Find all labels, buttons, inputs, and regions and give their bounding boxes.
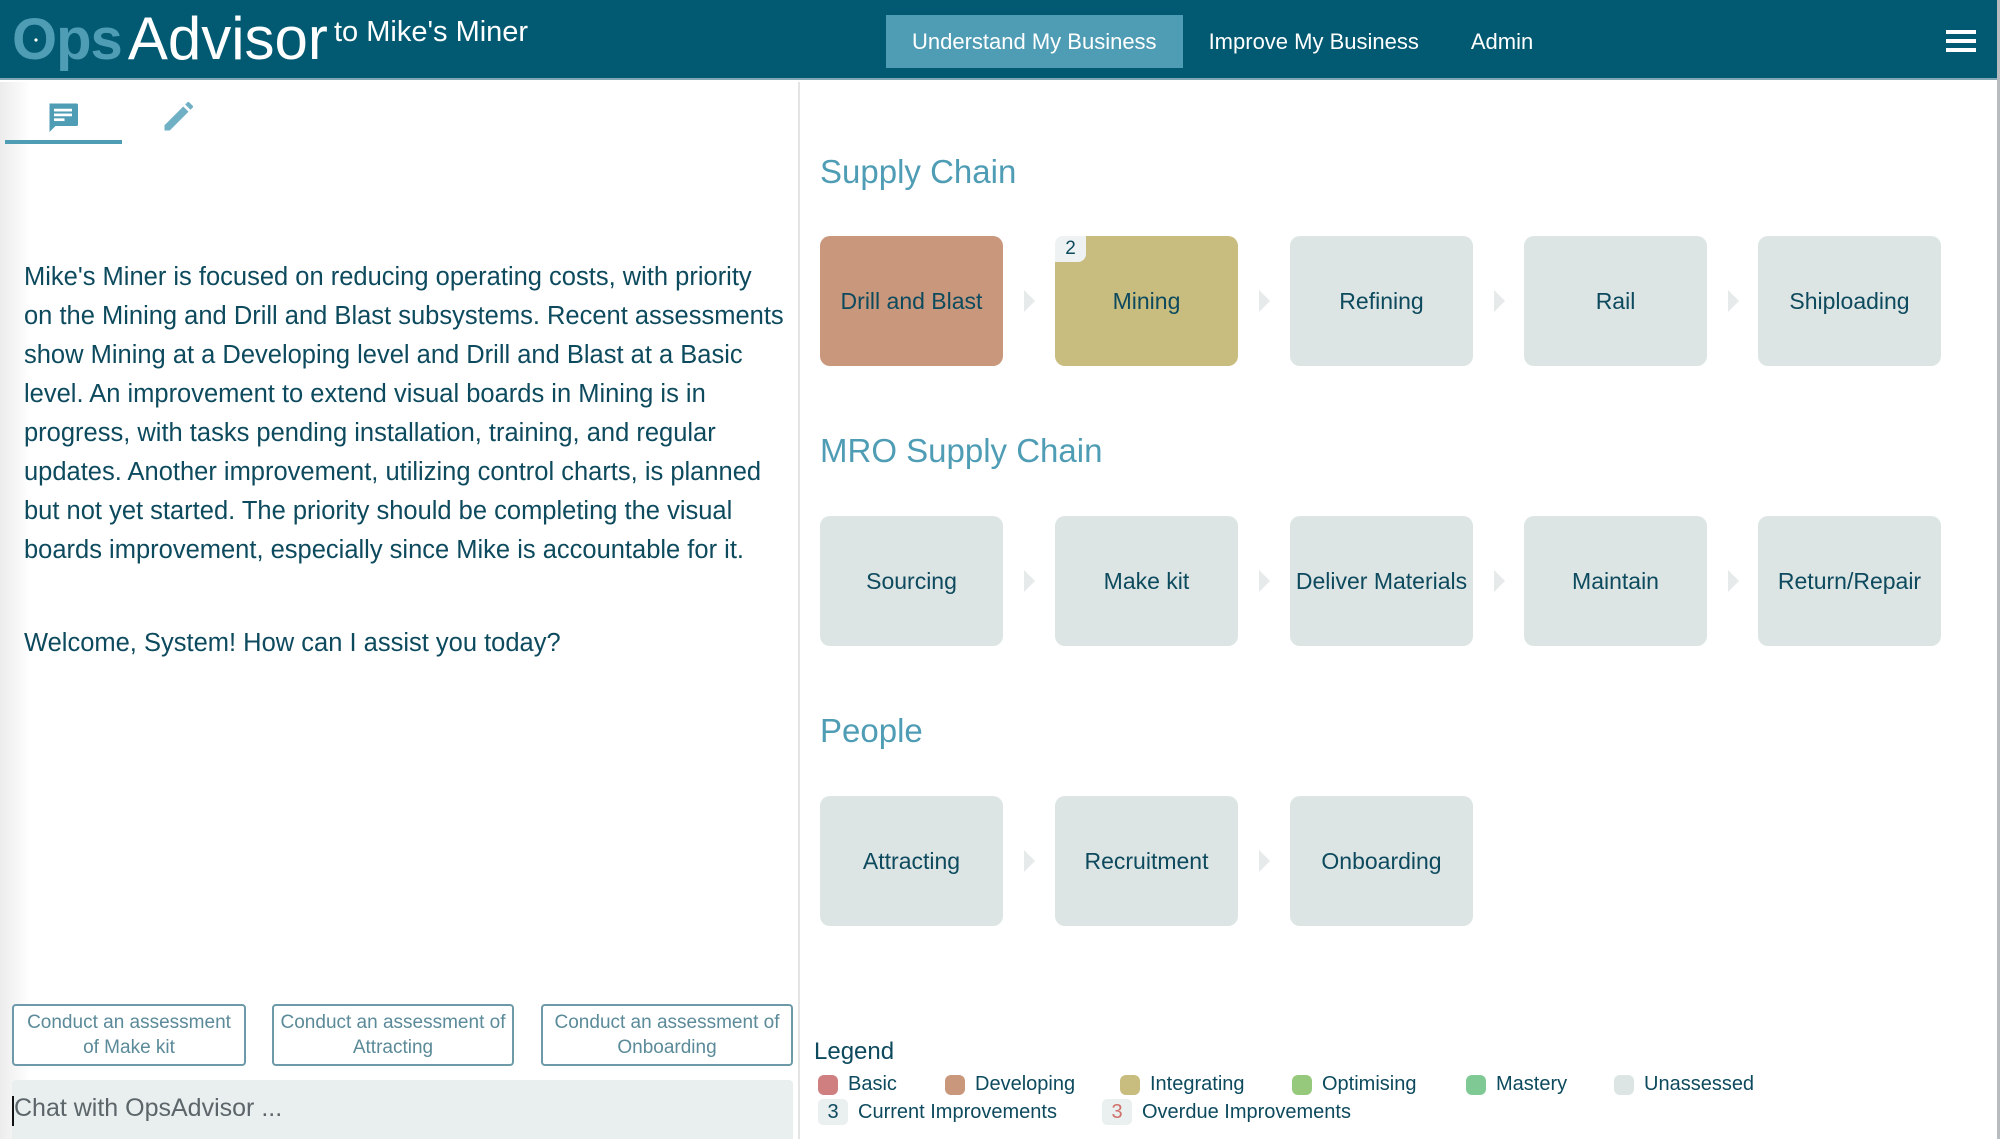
- legend-item-integrating: Integrating: [1120, 1073, 1245, 1096]
- capability-card-mining[interactable]: Mining 2: [1055, 236, 1238, 366]
- suggestion-button-make-kit[interactable]: Conduct an assessment of Make kit: [12, 1004, 246, 1066]
- main-nav: Understand My Business Improve My Busine…: [886, 15, 1559, 68]
- flow-arrow-icon: [1259, 570, 1270, 592]
- improvement-count-badge: 2: [1055, 236, 1086, 262]
- hamburger-icon[interactable]: [1946, 30, 1978, 54]
- capability-card-shiploading[interactable]: Shiploading: [1758, 236, 1941, 366]
- nav-understand-my-business[interactable]: Understand My Business: [886, 15, 1183, 68]
- legend-item-optimising: Optimising: [1292, 1073, 1416, 1096]
- capability-card-label: Recruitment: [1084, 847, 1209, 874]
- legend-label: Integrating: [1150, 1073, 1245, 1095]
- legend-swatch: [1292, 1074, 1312, 1095]
- capability-card-onboarding[interactable]: Onboarding: [1290, 796, 1473, 926]
- capability-card-label: Rail: [1595, 287, 1636, 314]
- legend-swatch: [818, 1074, 838, 1095]
- active-tab-underline: [5, 140, 122, 144]
- business-summary: Mike's Miner is focused on reducing oper…: [24, 263, 784, 564]
- organization-title: to Mike's Miner: [334, 16, 529, 48]
- legend-item-basic: Basic: [818, 1073, 897, 1096]
- flow-arrow-icon: [1259, 290, 1270, 312]
- legend-label: Unassessed: [1644, 1073, 1755, 1095]
- flow-arrow-icon: [1494, 570, 1505, 592]
- capability-card-sourcing[interactable]: Sourcing: [820, 516, 1003, 646]
- capability-card-attracting[interactable]: Attracting: [820, 796, 1003, 926]
- flow-arrow-icon: [1024, 570, 1035, 592]
- legend-title: Legend: [814, 1038, 895, 1065]
- chat-panel: Mike's Miner is focused on reducing oper…: [0, 82, 800, 1139]
- capability-card-label: Shiploading: [1789, 287, 1910, 314]
- capability-card-label: Maintain: [1572, 567, 1659, 594]
- capability-card-recruitment[interactable]: Recruitment: [1055, 796, 1238, 926]
- legend-item-developing: Developing: [945, 1073, 1075, 1096]
- capability-card-label: Onboarding: [1321, 847, 1442, 874]
- capability-card-label: Return/Repair: [1777, 567, 1922, 594]
- capability-card-make-kit[interactable]: Make kit: [1055, 516, 1238, 646]
- flow-arrow-icon: [1024, 850, 1035, 872]
- chat-input-placeholder: Chat with OpsAdvisor ...: [14, 1094, 283, 1122]
- flow-arrow-icon: [1259, 850, 1270, 872]
- legend-label: Developing: [975, 1073, 1076, 1095]
- current-improvements-count: 3: [818, 1099, 848, 1125]
- section-title-people: People: [820, 712, 923, 749]
- legend-current-improvements: 3 Current Improvements: [818, 1099, 1057, 1125]
- capability-card-label: Attracting: [862, 847, 961, 874]
- capability-card-rail[interactable]: Rail: [1524, 236, 1707, 366]
- capability-card-refining[interactable]: Refining: [1290, 236, 1473, 366]
- legend-swatch: [1614, 1074, 1634, 1095]
- capability-card-label: Refining: [1339, 287, 1424, 314]
- capability-card-return-repair[interactable]: Return/Repair: [1758, 516, 1941, 646]
- legend-swatch: [1466, 1074, 1486, 1095]
- current-improvements-label: Current Improvements: [858, 1100, 1057, 1123]
- capability-card-maintain[interactable]: Maintain: [1524, 516, 1707, 646]
- flow-arrow-icon: [1494, 290, 1505, 312]
- overdue-improvements-label: Overdue Improvements: [1142, 1100, 1351, 1123]
- capability-card-deliver-materials[interactable]: Deliver Materials: [1290, 516, 1473, 646]
- tab-chat[interactable]: [5, 96, 122, 144]
- legend-label: Basic: [848, 1073, 897, 1095]
- suggestion-button-onboarding[interactable]: Conduct an assessment of Onboarding: [541, 1004, 793, 1066]
- capability-card-label: Sourcing: [866, 567, 957, 594]
- capability-card-drill-and-blast[interactable]: Drill and Blast: [820, 236, 1003, 366]
- chat-icon: [49, 103, 78, 132]
- legend-overdue-improvements: 3 Overdue Improvements: [1102, 1099, 1351, 1125]
- capability-card-label: Mining: [1112, 287, 1181, 314]
- legend-item-unassessed: Unassessed: [1614, 1073, 1754, 1096]
- logo-advisor: Advisor: [127, 5, 328, 72]
- section-title-mro-supply-chain: MRO Supply Chain: [820, 432, 1103, 469]
- section-title-supply-chain: Supply Chain: [820, 153, 1017, 190]
- logo-ops: Ops: [12, 7, 123, 73]
- capability-card-label: Make kit: [1103, 567, 1190, 594]
- flow-arrow-icon: [1024, 290, 1035, 312]
- logo[interactable]: Ops Advisor: [12, 5, 328, 73]
- overdue-improvements-count: 3: [1102, 1099, 1132, 1125]
- pencil-icon: [164, 102, 193, 131]
- welcome-message: Welcome, System! How can I assist you to…: [24, 629, 561, 657]
- nav-admin[interactable]: Admin: [1445, 15, 1559, 68]
- tab-edit[interactable]: [160, 99, 200, 139]
- legend-label: Mastery: [1496, 1073, 1568, 1095]
- legend-label: Optimising: [1322, 1073, 1417, 1095]
- flow-arrow-icon: [1728, 290, 1739, 312]
- suggestion-button-attracting[interactable]: Conduct an assessment of Attracting: [272, 1004, 514, 1066]
- chat-input[interactable]: Chat with OpsAdvisor ...: [12, 1080, 793, 1139]
- legend-swatch: [945, 1074, 965, 1095]
- capability-card-label: Drill and Blast: [840, 287, 983, 314]
- legend-swatch: [1120, 1074, 1140, 1095]
- legend-item-mastery: Mastery: [1466, 1073, 1567, 1096]
- nav-improve-my-business[interactable]: Improve My Business: [1183, 15, 1445, 68]
- flow-arrow-icon: [1728, 570, 1739, 592]
- top-header: Ops Advisor to Mike's Miner Understand M…: [0, 0, 2000, 80]
- crosshair-icon: [34, 38, 38, 42]
- capability-card-label: Deliver Materials: [1295, 567, 1468, 594]
